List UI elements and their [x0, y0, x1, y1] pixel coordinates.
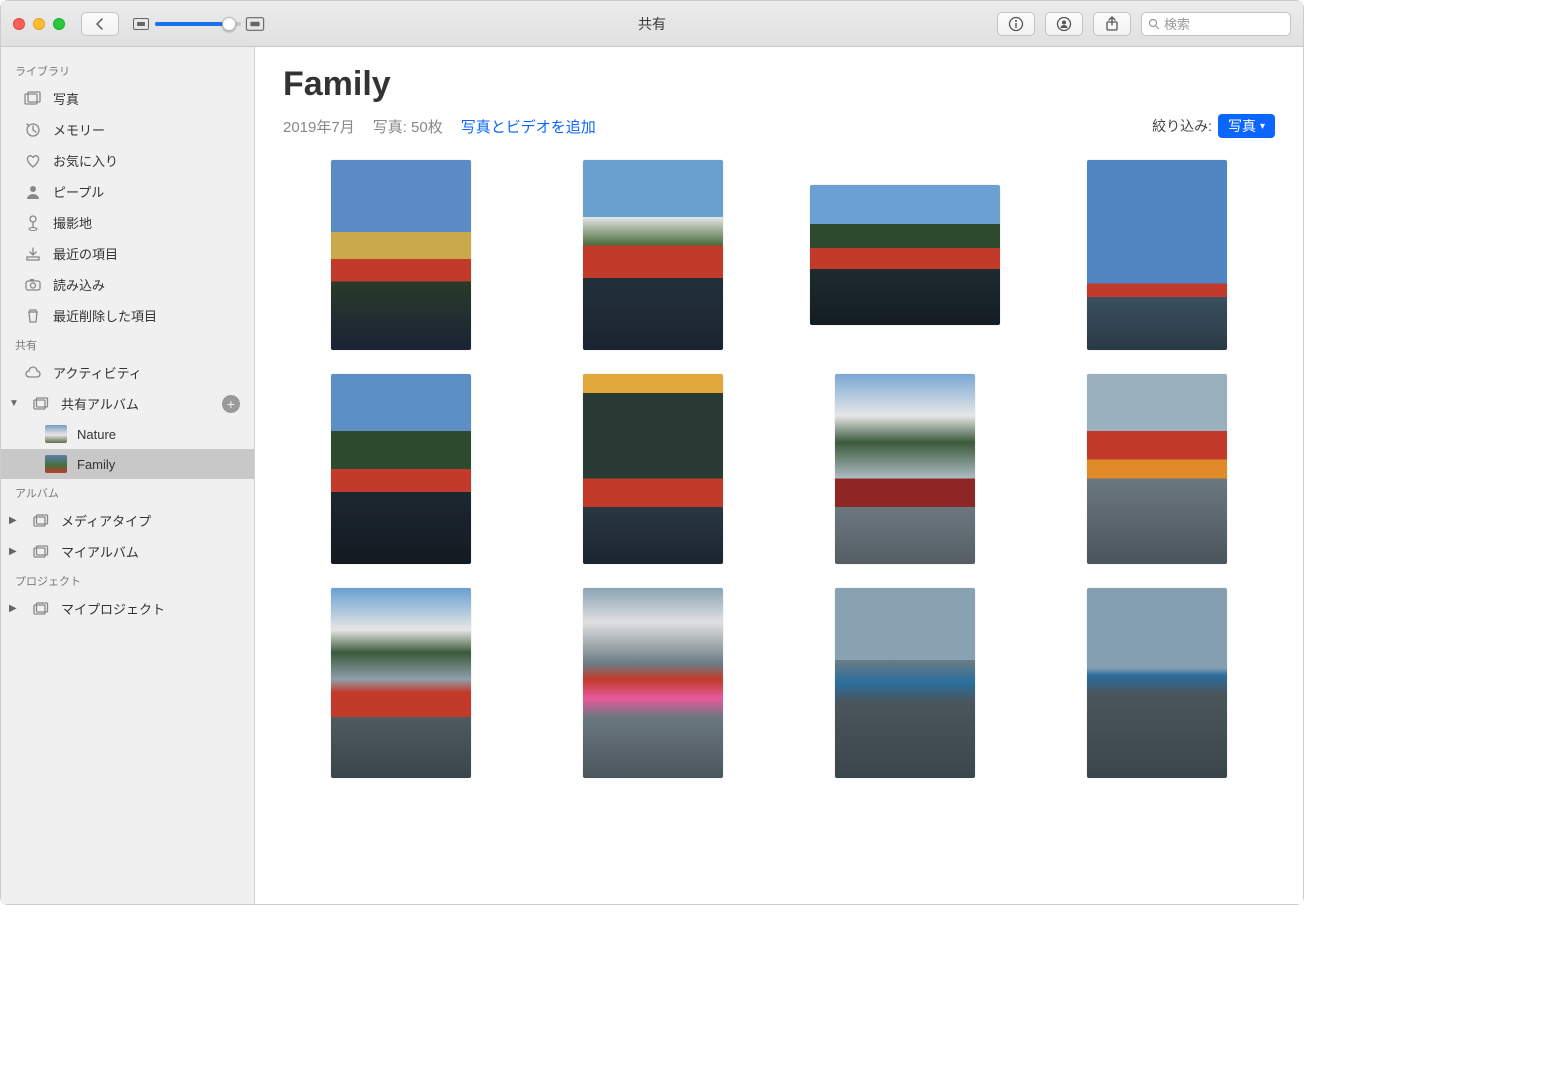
photo-thumbnail[interactable] — [835, 374, 975, 564]
photos-icon — [23, 90, 43, 108]
photo-thumbnail[interactable] — [1087, 160, 1227, 350]
person-icon — [23, 183, 43, 201]
thumbnail-size-slider[interactable] — [155, 22, 241, 26]
disclosure-triangle-icon[interactable]: ▶ — [9, 515, 19, 526]
sidebar-item-my-projects[interactable]: ▶ マイプロジェクト — [1, 593, 254, 624]
sidebar-item-photos[interactable]: 写真 — [1, 83, 254, 114]
disclosure-triangle-icon[interactable]: ▶ — [9, 546, 19, 557]
window-controls — [13, 18, 65, 30]
photo-thumbnail[interactable] — [583, 160, 723, 350]
window-title: 共有 — [638, 14, 666, 34]
sidebar-item-favorites[interactable]: お気に入り — [1, 145, 254, 176]
photo-grid — [283, 156, 1275, 782]
camera-icon — [23, 276, 43, 294]
disclosure-triangle-icon[interactable]: ▼ — [9, 398, 19, 409]
photo-thumbnail[interactable] — [835, 588, 975, 778]
album-stack-icon — [31, 395, 51, 413]
album-stack-icon — [31, 600, 51, 618]
sidebar-item-places[interactable]: 撮影地 — [1, 207, 254, 238]
sidebar-item-people[interactable]: ピープル — [1, 176, 254, 207]
sidebar-header-library: ライブラリ — [1, 57, 254, 83]
photo-thumbnail[interactable] — [331, 374, 471, 564]
sidebar-header-projects: プロジェクト — [1, 567, 254, 593]
chevron-down-icon: ▾ — [1260, 121, 1265, 132]
disclosure-triangle-icon[interactable]: ▶ — [9, 603, 19, 614]
album-stack-icon — [31, 512, 51, 530]
sidebar-item-my-albums[interactable]: ▶ マイアルバム — [1, 536, 254, 567]
close-window-button[interactable] — [13, 18, 25, 30]
album-thumbnail-icon — [45, 455, 67, 473]
search-icon — [1148, 18, 1160, 30]
album-thumbnail-icon — [45, 425, 67, 443]
zoom-in-icon — [246, 17, 264, 31]
album-date: 2019年7月 — [283, 116, 355, 137]
sidebar-header-albums: アルバム — [1, 479, 254, 505]
zoom-window-button[interactable] — [53, 18, 65, 30]
content-area: Family 2019年7月 写真: 50枚 写真とビデオを追加 絞り込み: 写… — [255, 47, 1303, 904]
photo-thumbnail[interactable] — [1087, 374, 1227, 564]
minimize-window-button[interactable] — [33, 18, 45, 30]
filter-label: 絞り込み: — [1152, 116, 1212, 136]
add-photos-videos-link[interactable]: 写真とビデオを追加 — [461, 116, 596, 137]
heart-icon — [23, 152, 43, 170]
memories-icon — [23, 121, 43, 139]
photo-thumbnail[interactable] — [810, 185, 1000, 325]
sidebar-item-album-nature[interactable]: Nature — [1, 419, 254, 449]
download-icon — [23, 245, 43, 263]
info-button[interactable] — [997, 12, 1035, 36]
share-button[interactable] — [1093, 12, 1131, 36]
sidebar-header-shared: 共有 — [1, 331, 254, 357]
back-button[interactable] — [81, 12, 119, 36]
sidebar-item-album-family[interactable]: Family — [1, 449, 254, 479]
photo-thumbnail[interactable] — [583, 588, 723, 778]
photo-thumbnail[interactable] — [1087, 588, 1227, 778]
zoom-out-icon — [133, 18, 149, 30]
photo-thumbnail[interactable] — [331, 588, 471, 778]
sidebar-item-media-types[interactable]: ▶ メディアタイプ — [1, 505, 254, 536]
photo-thumbnail[interactable] — [583, 374, 723, 564]
pin-icon — [23, 214, 43, 232]
album-stack-icon — [31, 543, 51, 561]
album-title: Family — [283, 65, 1275, 104]
search-field[interactable]: 検索 — [1141, 12, 1291, 36]
sidebar-item-activity[interactable]: アクティビティ — [1, 357, 254, 388]
sidebar-item-recently-deleted[interactable]: 最近削除した項目 — [1, 300, 254, 331]
album-meta-row: 2019年7月 写真: 50枚 写真とビデオを追加 絞り込み: 写真 ▾ — [283, 114, 1275, 138]
sidebar-item-recents[interactable]: 最近の項目 — [1, 238, 254, 269]
photo-thumbnail[interactable] — [331, 160, 471, 350]
thumbnail-size-control — [133, 18, 263, 30]
titlebar: 共有 検索 — [1, 1, 1303, 47]
cloud-icon — [23, 364, 43, 382]
sidebar-item-imports[interactable]: 読み込み — [1, 269, 254, 300]
add-shared-album-button[interactable]: + — [222, 395, 240, 413]
trash-icon — [23, 307, 43, 325]
sidebar-item-shared-albums[interactable]: ▼ 共有アルバム + — [1, 388, 254, 419]
filter-dropdown[interactable]: 写真 ▾ — [1218, 114, 1275, 138]
people-button[interactable] — [1045, 12, 1083, 36]
album-count: 写真: 50枚 — [373, 116, 443, 137]
sidebar-item-memories[interactable]: メモリー — [1, 114, 254, 145]
search-placeholder: 検索 — [1164, 14, 1190, 33]
sidebar: ライブラリ 写真 メモリー お気に入り ピープル 撮影地 最近の項目 読み込み — [1, 47, 255, 904]
